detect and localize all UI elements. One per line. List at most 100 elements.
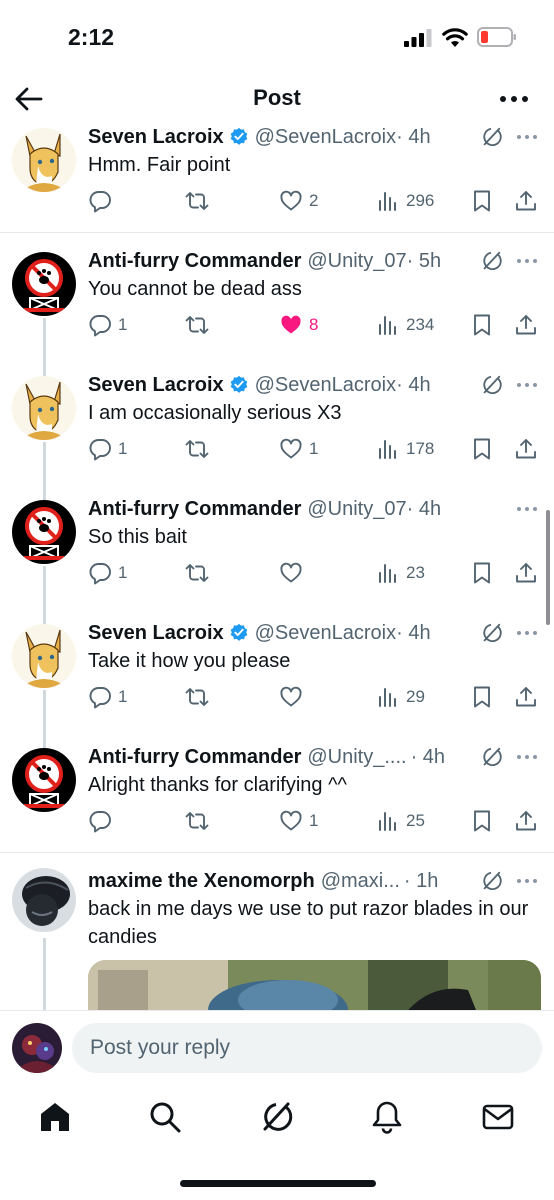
avatar[interactable] — [12, 252, 76, 316]
share-button[interactable] — [514, 684, 538, 710]
bookmark-button[interactable] — [470, 188, 494, 214]
share-button[interactable] — [514, 312, 538, 338]
thread-line — [43, 318, 46, 378]
views-button[interactable]: 234 — [376, 312, 434, 338]
grok-icon[interactable] — [480, 870, 502, 892]
photo-preview — [88, 960, 541, 1010]
repost-button[interactable] — [185, 808, 209, 834]
avatar[interactable] — [12, 128, 76, 192]
share-button[interactable] — [514, 808, 538, 834]
like-button[interactable]: 1 — [279, 436, 318, 462]
repost-button[interactable] — [185, 560, 209, 586]
reply-button[interactable] — [88, 188, 118, 214]
post-time: · 4h — [406, 497, 442, 520]
like-button[interactable] — [279, 560, 309, 586]
post-media-image[interactable] — [88, 960, 541, 1010]
views-button[interactable]: 29 — [376, 684, 425, 710]
like-button[interactable]: 1 — [279, 808, 318, 834]
author-handle[interactable]: @SevenLacroix — [255, 126, 396, 149]
bookmark-icon — [470, 685, 494, 709]
avatar[interactable] — [12, 624, 76, 688]
bookmark-button[interactable] — [470, 312, 494, 338]
avatar[interactable] — [12, 868, 76, 932]
avatar[interactable] — [12, 748, 76, 812]
views-button[interactable]: 178 — [376, 436, 434, 462]
more-options-icon[interactable] — [515, 126, 539, 148]
avatar[interactable] — [12, 500, 76, 564]
repost-button[interactable] — [185, 188, 209, 214]
author-name[interactable]: Anti-furry Commander — [88, 250, 301, 273]
bookmark-icon — [470, 313, 494, 337]
author-name[interactable]: Anti-furry Commander — [88, 746, 301, 769]
more-options-icon[interactable] — [515, 498, 539, 520]
more-options-icon[interactable] — [515, 374, 539, 396]
more-options-icon[interactable] — [498, 84, 530, 114]
grok-icon[interactable] — [480, 374, 502, 396]
my-avatar[interactable] — [12, 1023, 62, 1073]
bookmark-button[interactable] — [470, 808, 494, 834]
repost-button[interactable] — [185, 436, 209, 462]
heart-icon — [279, 685, 303, 709]
reply-input[interactable] — [72, 1023, 542, 1073]
like-button[interactable]: 8 — [279, 312, 318, 338]
grok-icon[interactable] — [480, 746, 502, 768]
grok-icon[interactable] — [480, 622, 502, 644]
divider — [0, 232, 554, 233]
views-button[interactable]: 25 — [376, 808, 425, 834]
reply-thread[interactable]: Seven Lacroix @SevenLacroix · 4h Hmm. Fa… — [0, 124, 554, 1010]
author-name[interactable]: Seven Lacroix — [88, 126, 224, 149]
reply-button[interactable]: 1 — [88, 560, 127, 586]
share-icon — [514, 189, 538, 213]
verified-badge-icon — [229, 127, 249, 147]
home-icon[interactable] — [38, 1100, 72, 1134]
more-options-icon[interactable] — [515, 250, 539, 272]
scrollbar[interactable] — [546, 510, 550, 625]
reply-button[interactable]: 1 — [88, 684, 127, 710]
more-options-icon[interactable] — [515, 746, 539, 768]
grok-icon[interactable] — [480, 126, 502, 148]
like-button[interactable] — [279, 684, 309, 710]
views-button[interactable]: 296 — [376, 188, 434, 214]
reply-button[interactable]: 1 — [88, 312, 127, 338]
author-handle[interactable]: @maxi... — [321, 870, 400, 893]
like-button[interactable]: 2 — [279, 188, 318, 214]
bookmark-button[interactable] — [470, 436, 494, 462]
view-count: 296 — [406, 191, 435, 210]
author-name[interactable]: maxime the Xenomorph — [88, 870, 315, 893]
author-name[interactable]: Seven Lacroix — [88, 622, 224, 645]
grok-icon[interactable] — [480, 250, 502, 272]
search-icon[interactable] — [148, 1100, 182, 1134]
grok-icon[interactable] — [259, 1100, 293, 1134]
author-handle[interactable]: @SevenLacroix — [255, 622, 396, 645]
author-handle[interactable]: @Unity_07 — [307, 498, 406, 521]
bookmark-button[interactable] — [470, 684, 494, 710]
more-options-icon[interactable] — [515, 870, 539, 892]
views-button[interactable]: 23 — [376, 560, 425, 586]
author-name[interactable]: Anti-furry Commander — [88, 498, 301, 521]
bookmark-button[interactable] — [470, 560, 494, 586]
author-handle[interactable]: @SevenLacroix — [255, 374, 396, 397]
bottom-nav — [0, 1086, 554, 1200]
author-name[interactable]: Seven Lacroix — [88, 374, 224, 397]
post-time: · 4h — [396, 373, 431, 396]
wifi-icon — [442, 28, 468, 47]
action-bar: 1 1 178 — [88, 436, 548, 462]
action-bar: 1 25 — [88, 808, 548, 834]
views-icon — [376, 313, 400, 337]
repost-button[interactable] — [185, 684, 209, 710]
more-options-icon[interactable] — [515, 622, 539, 644]
share-button[interactable] — [514, 188, 538, 214]
reply-button[interactable]: 1 — [88, 436, 127, 462]
avatar[interactable] — [12, 376, 76, 440]
reply-button[interactable] — [88, 808, 118, 834]
share-button[interactable] — [514, 560, 538, 586]
author-handle[interactable]: @Unity_.... — [307, 746, 406, 769]
post-text: You cannot be dead ass — [88, 278, 302, 300]
notifications-bell-icon[interactable] — [370, 1100, 404, 1134]
post-time: · 5h — [406, 249, 442, 272]
share-icon — [514, 809, 538, 833]
author-handle[interactable]: @Unity_07 — [307, 250, 406, 273]
messages-envelope-icon[interactable] — [481, 1100, 515, 1134]
repost-button[interactable] — [185, 312, 209, 338]
share-button[interactable] — [514, 436, 538, 462]
